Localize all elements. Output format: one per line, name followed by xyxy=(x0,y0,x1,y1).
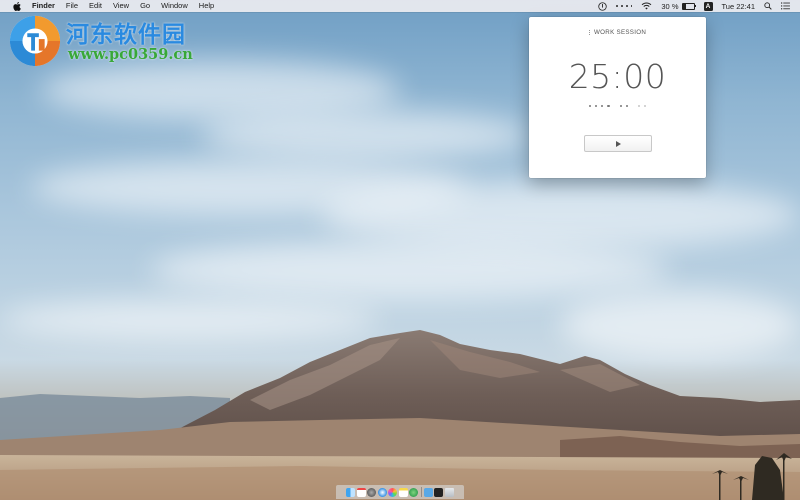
session-dot xyxy=(619,105,622,108)
photos-icon[interactable] xyxy=(388,487,398,497)
session-dot xyxy=(594,105,598,108)
watermark: 河东软件园 www.pc0359.cn xyxy=(4,12,214,70)
timer-countdown: 25:00 xyxy=(568,57,667,96)
maps-icon[interactable] xyxy=(409,487,419,497)
work-session-timer-panel: WORK SESSION 25:00 xyxy=(529,17,706,178)
menu-window[interactable]: Window xyxy=(161,0,188,12)
apple-menu-icon[interactable] xyxy=(12,1,22,11)
dock xyxy=(336,485,464,499)
menu-bar: Finder File Edit View Go Window Help 30 … xyxy=(0,0,800,12)
timer-status-icon[interactable] xyxy=(598,1,607,11)
calendar-icon[interactable] xyxy=(356,487,366,497)
menu-extras: 30 % A Tue 22:41 xyxy=(589,1,800,11)
notes-icon[interactable] xyxy=(398,487,408,497)
notification-center-icon[interactable] xyxy=(781,2,790,10)
play-icon xyxy=(615,140,621,147)
launchpad-icon[interactable] xyxy=(367,487,377,497)
menu-file[interactable]: File xyxy=(66,0,78,12)
input-source-icon[interactable]: A xyxy=(703,1,713,11)
watermark-logo-icon xyxy=(9,15,61,67)
session-progress-dots xyxy=(529,105,706,108)
menu-help[interactable]: Help xyxy=(199,0,214,12)
watermark-title: 河东软件园 xyxy=(66,22,186,48)
menu-view[interactable]: View xyxy=(113,0,129,12)
watermark-url: www.pc0359.cn xyxy=(68,46,193,63)
session-dot xyxy=(625,105,628,108)
apple-logo-icon xyxy=(13,1,21,11)
spotlight-search-icon[interactable] xyxy=(764,2,772,10)
trash-icon[interactable] xyxy=(444,487,454,497)
dock-separator xyxy=(420,487,422,497)
desktop: Finder File Edit View Go Window Help 30 … xyxy=(0,0,800,500)
menu-clock[interactable]: Tue 22:41 xyxy=(722,2,756,11)
terminal-icon[interactable] xyxy=(434,487,444,497)
menu-app-name[interactable]: Finder xyxy=(32,0,55,12)
session-dot xyxy=(637,105,641,108)
session-header[interactable]: WORK SESSION xyxy=(529,29,706,36)
session-dot xyxy=(607,105,610,108)
menu-go[interactable]: Go xyxy=(140,0,150,12)
safari-icon[interactable] xyxy=(377,487,387,497)
session-dot xyxy=(588,105,591,108)
folder-icon[interactable] xyxy=(423,487,433,497)
battery-percent[interactable]: 30 % xyxy=(661,2,678,11)
menu-edit[interactable]: Edit xyxy=(89,0,102,12)
session-dot xyxy=(601,105,604,108)
battery-icon[interactable] xyxy=(681,2,696,10)
start-timer-button[interactable] xyxy=(584,135,652,152)
finder-icon[interactable] xyxy=(346,487,356,497)
status-dots-icon[interactable] xyxy=(616,5,633,7)
wifi-icon[interactable] xyxy=(641,2,652,10)
session-dot-gap xyxy=(632,105,634,107)
session-menu-icon[interactable] xyxy=(588,29,591,36)
session-dot-gap xyxy=(614,105,616,107)
session-label: WORK SESSION xyxy=(594,29,647,36)
session-dot xyxy=(644,105,647,108)
